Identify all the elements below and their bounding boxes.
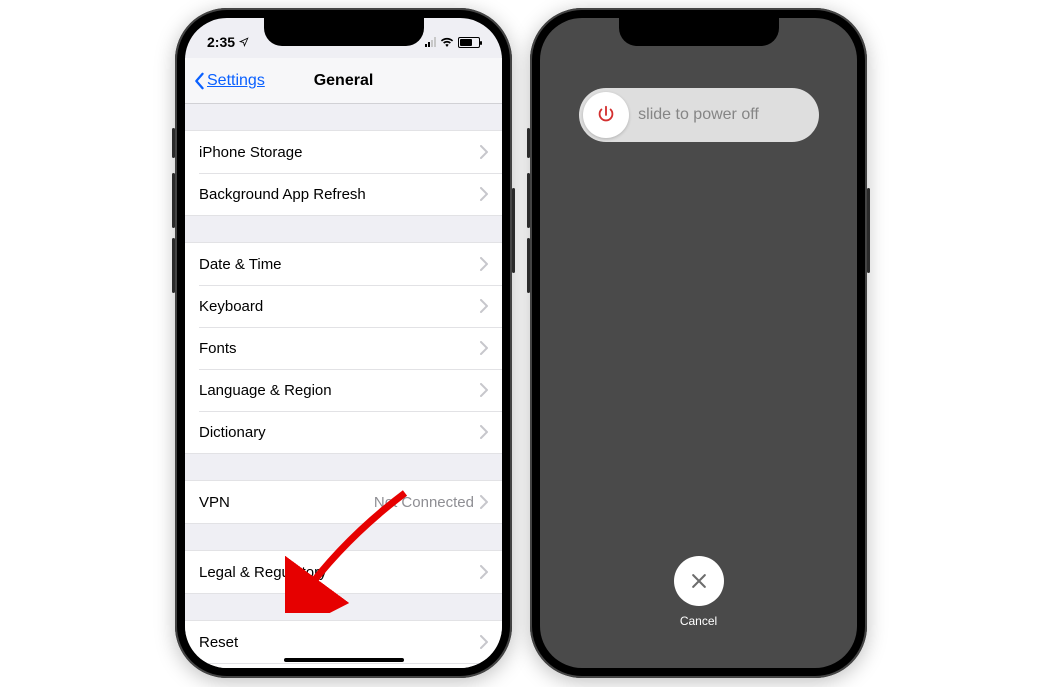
cellular-signal-icon <box>425 37 436 47</box>
cancel-button[interactable] <box>674 556 724 606</box>
row-label: Date & Time <box>199 256 480 273</box>
row-value: Not Connected <box>374 494 474 511</box>
screen-power-off: slide to power off Cancel <box>540 18 857 668</box>
side-power-button[interactable] <box>512 188 515 273</box>
row-fonts[interactable]: Fonts <box>185 327 502 369</box>
row-label: Background App Refresh <box>199 186 480 203</box>
chevron-right-icon <box>480 383 488 397</box>
slide-to-power-off[interactable]: slide to power off <box>579 88 819 142</box>
chevron-right-icon <box>480 341 488 355</box>
chevron-left-icon <box>193 72 205 90</box>
row-keyboard[interactable]: Keyboard <box>185 285 502 327</box>
row-label: VPN <box>199 494 374 511</box>
nav-title: General <box>314 72 374 90</box>
volume-down-button[interactable] <box>527 238 530 293</box>
chevron-right-icon <box>480 425 488 439</box>
back-button[interactable]: Settings <box>193 58 265 103</box>
settings-group: Legal & Regulatory <box>185 550 502 594</box>
row-label: Legal & Regulatory <box>199 564 480 581</box>
row-shut-down[interactable]: Shut Down <box>185 663 502 668</box>
settings-group: Date & Time Keyboard Fonts Language & Re… <box>185 242 502 454</box>
volume-down-button[interactable] <box>172 238 175 293</box>
nav-bar: Settings General <box>185 58 502 104</box>
notch <box>619 18 779 46</box>
chevron-right-icon <box>480 495 488 509</box>
chevron-right-icon <box>480 299 488 313</box>
cancel-container: Cancel <box>674 556 724 628</box>
chevron-right-icon <box>480 257 488 271</box>
wifi-icon <box>440 37 454 47</box>
back-label: Settings <box>207 72 265 90</box>
row-label: Reset <box>199 634 480 651</box>
row-vpn[interactable]: VPN Not Connected <box>185 481 502 523</box>
volume-up-button[interactable] <box>172 173 175 228</box>
status-time: 2:35 <box>207 34 235 50</box>
row-reset[interactable]: Reset <box>185 621 502 663</box>
row-label: Language & Region <box>199 382 480 399</box>
notch <box>264 18 424 46</box>
home-indicator[interactable] <box>284 658 404 662</box>
row-legal-regulatory[interactable]: Legal & Regulatory <box>185 551 502 593</box>
phone-frame-right: slide to power off Cancel <box>530 8 867 678</box>
row-language-region[interactable]: Language & Region <box>185 369 502 411</box>
chevron-right-icon <box>480 145 488 159</box>
phone-frame-left: 2:35 Settings General <box>175 8 512 678</box>
mute-switch[interactable] <box>527 128 530 158</box>
power-slider-container: slide to power off <box>579 88 819 142</box>
screen-settings-general: 2:35 Settings General <box>185 18 502 668</box>
settings-list[interactable]: iPhone Storage Background App Refresh Da… <box>185 130 502 668</box>
battery-icon <box>458 37 480 48</box>
row-label: Keyboard <box>199 298 480 315</box>
slide-label: slide to power off <box>579 106 819 124</box>
cancel-label: Cancel <box>680 614 717 628</box>
mute-switch[interactable] <box>172 128 175 158</box>
row-label: iPhone Storage <box>199 144 480 161</box>
chevron-right-icon <box>480 187 488 201</box>
row-background-app-refresh[interactable]: Background App Refresh <box>185 173 502 215</box>
side-power-button[interactable] <box>867 188 870 273</box>
row-label: Dictionary <box>199 424 480 441</box>
row-label: Fonts <box>199 340 480 357</box>
chevron-right-icon <box>480 635 488 649</box>
row-iphone-storage[interactable]: iPhone Storage <box>185 131 502 173</box>
row-dictionary[interactable]: Dictionary <box>185 411 502 453</box>
settings-group: VPN Not Connected <box>185 480 502 524</box>
chevron-right-icon <box>480 565 488 579</box>
volume-up-button[interactable] <box>527 173 530 228</box>
location-icon <box>239 37 249 47</box>
row-date-time[interactable]: Date & Time <box>185 243 502 285</box>
settings-group: iPhone Storage Background App Refresh <box>185 130 502 216</box>
close-icon <box>689 571 709 591</box>
